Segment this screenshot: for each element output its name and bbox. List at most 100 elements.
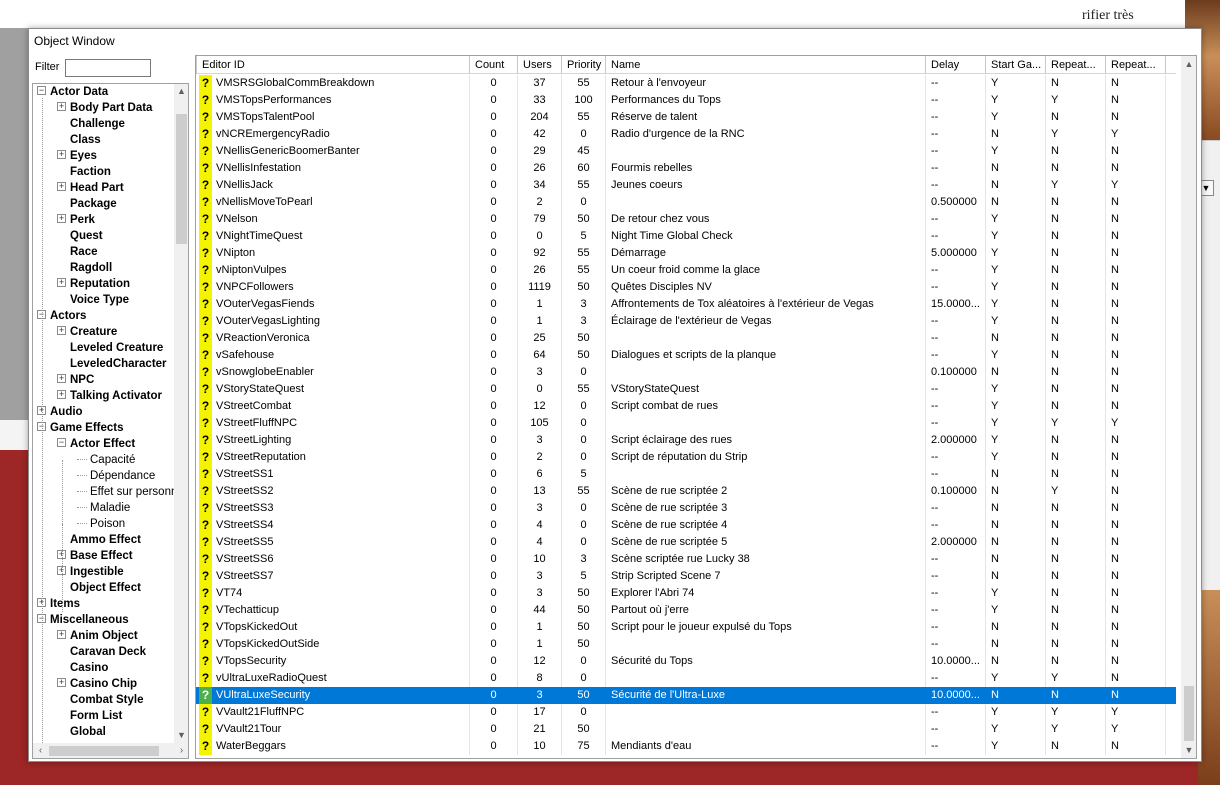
filter-input[interactable] [65,59,151,77]
tree-item[interactable]: Dépendance [77,468,155,484]
tree-item[interactable]: Quest [57,228,103,244]
tree-scroll-down-icon[interactable]: ▼ [174,728,188,743]
tree-item[interactable]: Package [57,196,117,212]
table-row[interactable]: ? VNightTimeQuest 0 0 5 Night Time Global Che… [196,228,1176,245]
tree-item[interactable]: Caravan Deck [57,644,146,660]
table-row[interactable]: ? VVault21Tour 0 21 50 -- Y Y Y [196,721,1176,738]
tree-item[interactable]: Race [57,244,98,260]
table-row[interactable]: ? VStreetSS7 0 3 5 Strip Scripted Scene 7 -- N N… [196,568,1176,585]
table-row[interactable]: ? VMSTopsTalentPool 0 204 55 Réserve de talen… [196,109,1176,126]
table-row[interactable]: ? vNCREmergencyRadio 0 42 0 Radio d'urgence d… [196,126,1176,143]
expand-icon[interactable]: + [57,182,66,192]
column-header[interactable]: Users [518,56,562,74]
column-header[interactable]: Delay [926,56,986,74]
tree-item[interactable]: Ragdoll [57,260,112,276]
tree-item[interactable]: Ammo Effect [57,532,141,548]
expand-icon[interactable]: + [57,390,66,400]
column-header[interactable]: Start Ga... [986,56,1046,74]
table-row[interactable]: ? VOuterVegasLighting 0 1 3 Éclairage de l'ex… [196,313,1176,330]
column-header[interactable]: Name [606,56,926,74]
tree-item[interactable]: + Body Part Data [57,100,152,116]
list-scroll-up-icon[interactable]: ▲ [1181,56,1196,72]
tree-item[interactable]: + Base Effect [57,548,133,564]
tree-vertical-scrollbar[interactable]: ▲ ▼ [174,84,188,743]
tree-item[interactable]: + Talking Activator [57,388,162,404]
expand-icon[interactable]: + [57,630,66,640]
tree-item[interactable]: Poison [77,516,125,532]
tree-hscroll-thumb[interactable] [49,746,159,756]
tree-item[interactable]: + NPC [57,372,94,388]
tree-horizontal-scrollbar[interactable]: ‹ › [33,743,188,758]
table-row[interactable]: ? VStreetFluffNPC 0 105 0 -- Y Y Y [196,415,1176,432]
tree-item[interactable]: + Ingestible [57,564,124,580]
table-row[interactable]: ? VNellisInfestation 0 26 60 Fourmis rebelles… [196,160,1176,177]
tree-scroll-thumb[interactable] [176,114,187,244]
table-row[interactable]: ? VNelson 0 79 50 De retour chez vous -- Y N N [196,211,1176,228]
tree-item[interactable]: − Miscellaneous [37,612,129,628]
table-row[interactable]: ? VStreetSS4 0 4 0 Scène de rue scriptée 4 -- N… [196,517,1176,534]
tree-item[interactable]: Challenge [57,116,125,132]
expand-icon[interactable]: + [57,102,66,112]
tree-item[interactable]: Capacité [77,452,135,468]
tree-item[interactable]: Casino [57,660,108,676]
table-row[interactable]: ? VNipton 0 92 55 Démarrage 5.000000 Y N N [196,245,1176,262]
column-header[interactable]: Repeat... [1106,56,1166,74]
tree-item[interactable]: Global [57,724,106,740]
list-vertical-scrollbar[interactable]: ▲ ▼ [1181,56,1196,758]
table-row[interactable]: ? VTopsSecurity 0 12 0 Sécurité du Tops 10.000… [196,653,1176,670]
tree-item[interactable]: − Game Effects [37,420,124,436]
tree-item[interactable]: + Reputation [57,276,130,292]
table-row[interactable]: ? VVault21FluffNPC 0 17 0 -- Y Y Y [196,704,1176,721]
table-row[interactable]: ? VStreetReputation 0 2 0 Script de réputatio… [196,449,1176,466]
expand-icon[interactable]: + [57,214,66,224]
table-row[interactable]: ? VStoryStateQuest 0 0 55 VStoryStateQuest -- Y… [196,381,1176,398]
tree-item[interactable]: Object Effect [57,580,141,596]
tree-item[interactable]: Effet sur personn [77,484,174,500]
table-row[interactable]: ? vNiptonVulpes 0 26 55 Un coeur froid comme … [196,262,1176,279]
object-list[interactable]: Editor ID Count Users Priority Name Delay Star… [195,55,1197,759]
tree-item[interactable]: Leveled Creature [57,340,163,356]
expand-icon[interactable]: + [57,678,66,688]
table-row[interactable]: ? VTopsKickedOut 0 1 50 Script pour le joueur… [196,619,1176,636]
tree-item[interactable]: Form List [57,708,122,724]
tree-scroll-up-icon[interactable]: ▲ [174,84,188,99]
tree-item[interactable]: + Anim Object [57,628,138,644]
tree-scroll-left-icon[interactable]: ‹ [33,743,48,758]
table-row[interactable]: ? VTechatticup 0 44 50 Partout où j'erre -- Y N N [196,602,1176,619]
tree-item[interactable]: LeveledCharacter [57,356,167,372]
table-row[interactable]: ? VStreetLighting 0 3 0 Script éclairage des … [196,432,1176,449]
collapse-icon[interactable]: − [37,86,46,96]
table-row[interactable]: ? VStreetSS1 0 6 5 -- N N N [196,466,1176,483]
table-row[interactable]: ? VStreetSS3 0 3 0 Scène de rue scriptée 3 -- N… [196,500,1176,517]
table-row[interactable]: ? VOuterVegasFiends 0 1 3 Affrontements de To… [196,296,1176,313]
expand-icon[interactable]: + [57,150,66,160]
tree-item[interactable]: + Creature [57,324,117,340]
category-tree[interactable]: − Actor Data + Body Part Data Challenge Class… [32,83,189,759]
column-header[interactable]: Editor ID [196,56,470,74]
tree-item[interactable]: + Audio [37,404,83,420]
column-header[interactable]: Priority [562,56,606,74]
expand-icon[interactable]: + [57,374,66,384]
expand-icon[interactable]: + [57,326,66,336]
list-scroll-thumb[interactable] [1184,686,1194,741]
table-row[interactable]: ? VReactionVeronica 0 25 50 -- N N N [196,330,1176,347]
table-row[interactable]: ? VStreetSS6 0 10 3 Scène scriptée rue Lucky … [196,551,1176,568]
table-row[interactable]: ? VStreetCombat 0 12 0 Script combat de rues -… [196,398,1176,415]
tree-item[interactable]: Class [57,132,101,148]
column-header[interactable]: Repeat... [1046,56,1106,74]
table-row[interactable]: ? VTopsKickedOutSide 0 1 50 -- N N N [196,636,1176,653]
table-row[interactable]: ? vUltraLuxeRadioQuest 0 8 0 -- Y Y N [196,670,1176,687]
collapse-icon[interactable]: − [57,438,66,448]
table-row[interactable]: ? VNPCFollowers 0 1119 50 Quêtes Disciples NV… [196,279,1176,296]
tree-item[interactable]: − Actor Effect [57,436,135,452]
tree-item[interactable]: + Items [37,596,80,612]
tree-item[interactable]: + Eyes [57,148,97,164]
tree-item[interactable]: Faction [57,164,111,180]
window-title[interactable]: Object Window [29,29,1201,53]
tree-scroll-right-icon[interactable]: › [174,743,188,758]
table-row[interactable]: ? vSnowglobeEnabler 0 3 0 0.100000 N N N [196,364,1176,381]
expand-icon[interactable]: + [57,278,66,288]
list-scroll-down-icon[interactable]: ▼ [1181,742,1196,758]
table-row[interactable]: ? WaterBeggars 0 10 75 Mendiants d'eau -- Y N N [196,738,1176,755]
tree-item[interactable]: Maladie [77,500,130,516]
